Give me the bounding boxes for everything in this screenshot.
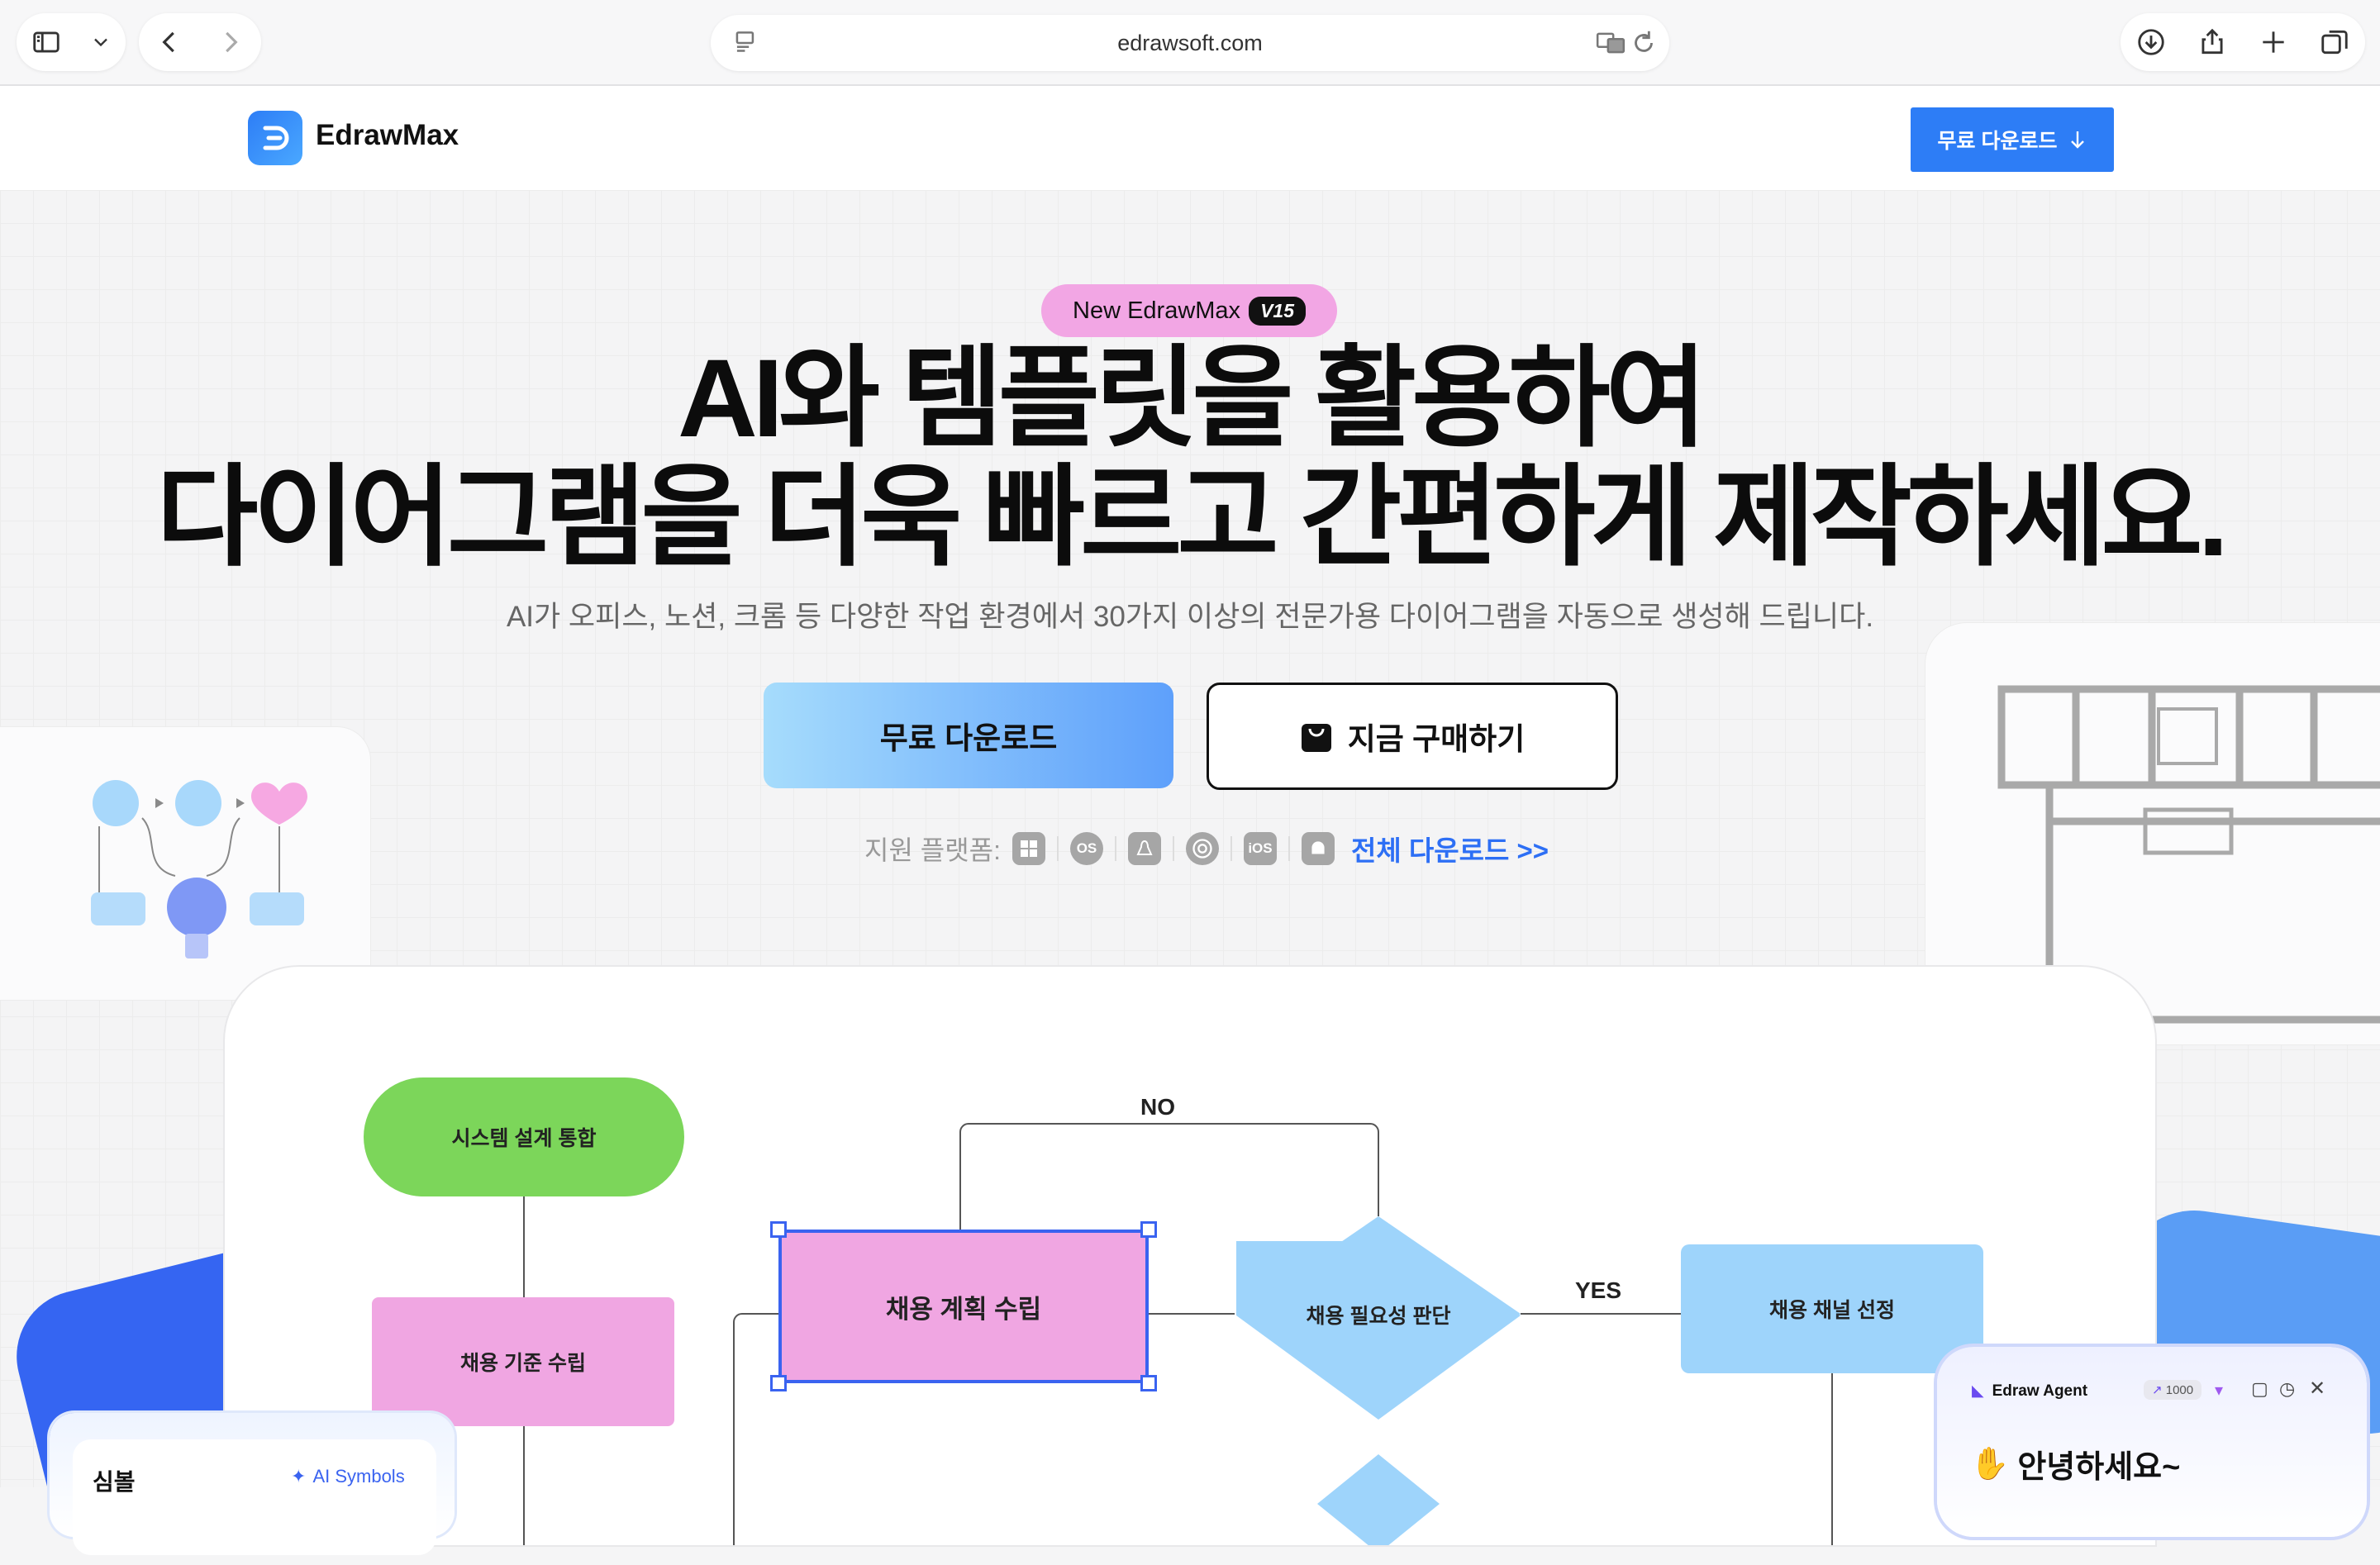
arrow-down-icon bbox=[2071, 131, 2085, 149]
flowchart-canvas: 시스템 설계 통합 채용 기준 수립 채용 계획 수립 채용 필요성 판단 채용… bbox=[225, 967, 2155, 1545]
forward-icon[interactable] bbox=[215, 26, 246, 58]
logo-text[interactable]: EdrawMax bbox=[316, 119, 459, 152]
resize-handle[interactable] bbox=[1140, 1375, 1157, 1391]
android-icon[interactable] bbox=[1301, 832, 1335, 865]
node-system-design[interactable]: 시스템 설계 통합 bbox=[364, 1077, 684, 1196]
url-text: edrawsoft.com bbox=[1117, 31, 1263, 55]
all-downloads-link[interactable]: 전체 다운로드 >> bbox=[1351, 829, 1549, 868]
history-nav-group bbox=[139, 13, 261, 71]
resize-handle[interactable] bbox=[770, 1375, 787, 1391]
edge-label-yes: YES bbox=[1575, 1277, 1622, 1303]
site-header: EdrawMax 무료 다운로드 bbox=[0, 86, 2380, 190]
share-icon[interactable] bbox=[2197, 26, 2228, 58]
hero-subtitle: AI가 오피스, 노션, 크롬 등 다양한 작업 환경에서 30가지 이상의 전… bbox=[506, 601, 1874, 633]
tabs-overview-icon[interactable] bbox=[2319, 26, 2350, 58]
cart-icon[interactable]: ▾ bbox=[2215, 1380, 2223, 1401]
node-hiring-criteria[interactable]: 채용 기준 수립 bbox=[372, 1297, 674, 1426]
linux-icon[interactable] bbox=[1127, 832, 1161, 865]
node-hiring-plan[interactable]: 채용 계획 수립 bbox=[778, 1230, 1149, 1383]
chrome-icon[interactable] bbox=[1185, 832, 1219, 865]
macos-icon[interactable]: OS bbox=[1069, 832, 1103, 865]
resize-handle[interactable] bbox=[1140, 1221, 1157, 1238]
browser-actions-group bbox=[2121, 13, 2365, 71]
divider bbox=[1114, 836, 1116, 861]
translate-icon[interactable] bbox=[1595, 27, 1626, 59]
node-hiring-need[interactable]: 채용 필요성 판단 bbox=[1274, 1294, 1483, 1335]
agent-greeting: 안녕하세요~ bbox=[2017, 1450, 2181, 1485]
ai-symbols-label: AI Symbols bbox=[312, 1466, 405, 1487]
shopping-bag-icon bbox=[1301, 724, 1331, 752]
platforms-label: 지원 플랫폼: bbox=[864, 835, 1001, 865]
credits-badge: ↗ 1000 bbox=[2144, 1380, 2202, 1400]
free-download-button[interactable]: 무료 다운로드 bbox=[764, 683, 1173, 788]
agent-logo-icon: ◣ bbox=[1972, 1382, 1984, 1400]
ai-symbols-link[interactable]: ✦ AI Symbols bbox=[291, 1466, 405, 1487]
history-icon[interactable]: ◷ bbox=[2279, 1378, 2295, 1400]
chevron-down-icon[interactable] bbox=[89, 31, 112, 54]
symbols-panel: 심볼 ✦ AI Symbols bbox=[50, 1413, 455, 1555]
windows-icon[interactable] bbox=[1011, 832, 1045, 865]
edrawmax-logo-icon[interactable] bbox=[248, 111, 302, 165]
close-icon[interactable]: ✕ bbox=[2309, 1377, 2325, 1401]
download-icon[interactable] bbox=[2135, 26, 2167, 58]
headline-line-1: AI와 템플릿을 활용하여 bbox=[678, 337, 1707, 460]
ios-icon[interactable]: iOS bbox=[1243, 832, 1277, 865]
wave-hand-icon: ✋ bbox=[1970, 1446, 2010, 1482]
divider bbox=[1056, 836, 1059, 861]
agent-title: Edraw Agent bbox=[1992, 1382, 2088, 1400]
symbols-title: 심볼 bbox=[93, 1469, 136, 1495]
idea-diagram-card bbox=[0, 727, 370, 1000]
headline-line-2: 다이어그램을 더욱 빠르고 간편하게 제작하세요. bbox=[156, 456, 2229, 579]
magic-wand-icon: ✦ bbox=[291, 1466, 307, 1487]
new-tab-icon[interactable] bbox=[2258, 26, 2289, 58]
edraw-agent-panel: ◣ Edraw Agent ↗ 1000 ▾ ▢ ◷ ✕ ✋ 안녕하세요~ bbox=[1937, 1347, 2367, 1537]
buy-now-button[interactable]: 지금 구매하기 bbox=[1207, 683, 1618, 790]
badge-text: New EdrawMax bbox=[1073, 297, 1241, 324]
browser-toolbar: edrawsoft.com bbox=[0, 0, 2380, 86]
sidebar-icon[interactable] bbox=[31, 26, 62, 58]
header-download-button[interactable]: 무료 다운로드 bbox=[1911, 107, 2114, 172]
badge-version: V15 bbox=[1249, 296, 1306, 326]
node-hiring-channel[interactable]: 채용 채널 선정 bbox=[1681, 1244, 1983, 1373]
sidebar-toggle-group[interactable] bbox=[17, 13, 126, 71]
credits-value: 1000 bbox=[2165, 1383, 2194, 1397]
agent-greeting-row: ✋ 안녕하세요~ bbox=[1970, 1441, 2180, 1487]
header-download-label: 무료 다운로드 bbox=[1937, 130, 2058, 153]
edge-label-no: NO bbox=[1140, 1094, 1175, 1120]
new-version-badge[interactable]: New EdrawMax V15 bbox=[1041, 284, 1337, 337]
address-bar[interactable]: edrawsoft.com bbox=[711, 15, 1669, 71]
chat-icon[interactable]: ▢ bbox=[2251, 1378, 2268, 1400]
credits-icon: ↗ bbox=[2152, 1383, 2163, 1397]
divider bbox=[1172, 836, 1174, 861]
reload-icon[interactable] bbox=[1628, 27, 1659, 59]
resize-handle[interactable] bbox=[770, 1221, 787, 1238]
back-icon[interactable] bbox=[154, 26, 185, 58]
agent-header: ◣ Edraw Agent bbox=[1972, 1382, 2087, 1401]
divider bbox=[1288, 836, 1290, 861]
supported-platforms: 지원 플랫폼: OS iOS 전체 다운로드 >> bbox=[864, 828, 1549, 869]
buy-now-label: 지금 구매하기 bbox=[1347, 722, 1526, 756]
divider bbox=[1230, 836, 1232, 861]
